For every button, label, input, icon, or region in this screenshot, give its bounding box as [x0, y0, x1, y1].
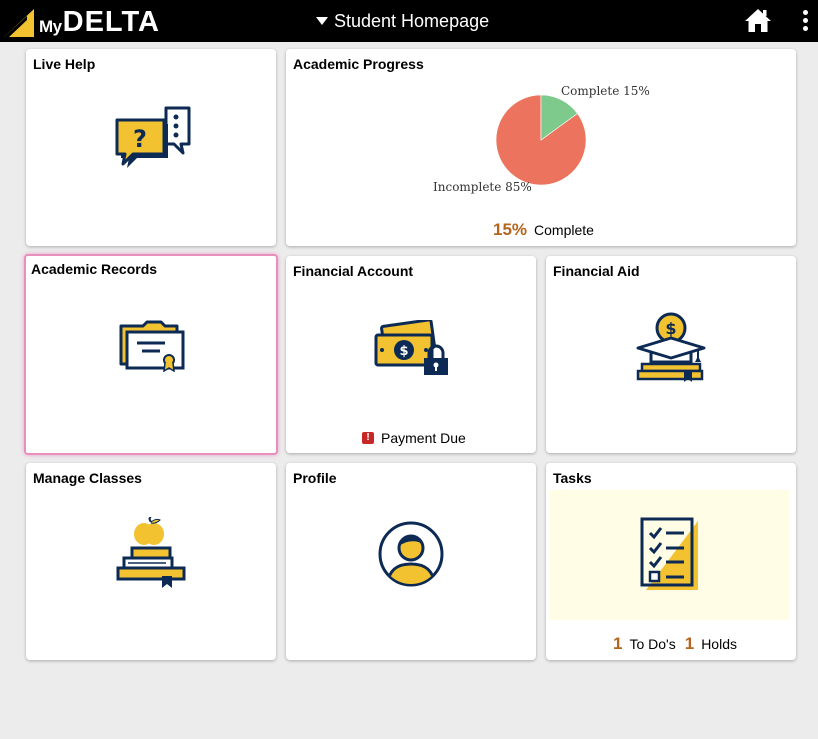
- money-lock-icon: $: [374, 320, 448, 375]
- holds-count: 1: [684, 634, 695, 653]
- home-icon[interactable]: [744, 7, 772, 33]
- tile-financial-account[interactable]: Financial Account $ ! Payment Due: [286, 256, 536, 453]
- more-options-icon[interactable]: [799, 8, 811, 34]
- tile-title: Profile: [293, 470, 337, 486]
- logo-mark-icon: [4, 9, 34, 37]
- grad-cap-money-icon: $: [636, 312, 706, 382]
- tile-financial-aid[interactable]: Financial Aid $: [546, 256, 796, 453]
- chat-help-icon: ?: [115, 106, 191, 168]
- holds-label: Holds: [701, 636, 737, 652]
- complete-label: Complete: [534, 222, 594, 238]
- svg-text:?: ?: [133, 125, 147, 153]
- tile-academic-records[interactable]: Academic Records: [24, 254, 278, 455]
- tile-title: Academic Progress: [293, 56, 424, 72]
- payment-due-label: Payment Due: [381, 430, 466, 446]
- tasks-summary: 1 To Do's 1 Holds: [613, 634, 737, 654]
- mydelta-logo[interactable]: My DELTA: [4, 6, 160, 38]
- checklist-icon: [640, 517, 698, 590]
- todo-label: To Do's: [629, 636, 676, 652]
- svg-text:$: $: [665, 319, 676, 338]
- todo-count: 1: [613, 634, 623, 653]
- tile-live-help[interactable]: Live Help ?: [26, 49, 276, 246]
- progress-pie-chart: [496, 95, 586, 185]
- top-banner: My DELTA Student Homepage: [0, 0, 818, 42]
- tile-academic-progress[interactable]: Academic Progress Complete 15% Incomplet…: [286, 49, 796, 246]
- books-apple-icon: [116, 517, 186, 588]
- svg-text:$: $: [399, 344, 408, 359]
- logo-delta-text: DELTA: [62, 6, 160, 38]
- caret-down-icon: [316, 17, 328, 25]
- progress-summary: 15% Complete: [493, 220, 594, 240]
- tile-profile[interactable]: Profile: [286, 463, 536, 660]
- alert-icon: !: [362, 432, 374, 444]
- logo-my-text: My: [39, 17, 62, 36]
- tile-tasks[interactable]: Tasks 1 To Do's 1 Holds: [546, 463, 796, 660]
- tile-title: Live Help: [33, 56, 96, 72]
- page-title: Student Homepage: [334, 10, 490, 31]
- tile-title: Academic Records: [31, 261, 158, 277]
- user-avatar-icon: [378, 521, 444, 587]
- tile-manage-classes[interactable]: Manage Classes: [26, 463, 276, 660]
- tile-title: Financial Account: [293, 263, 414, 279]
- tile-title: Manage Classes: [33, 470, 142, 486]
- pie-label-incomplete: Incomplete 85%: [433, 180, 532, 194]
- homepage-selector[interactable]: Student Homepage: [316, 10, 489, 32]
- certificate-folder-icon: [119, 320, 185, 372]
- pie-label-complete: Complete 15%: [561, 84, 650, 98]
- tile-title: Tasks: [553, 470, 592, 486]
- payment-status: ! Payment Due: [362, 430, 466, 446]
- complete-percent: 15%: [493, 220, 528, 239]
- tile-title: Financial Aid: [553, 263, 640, 279]
